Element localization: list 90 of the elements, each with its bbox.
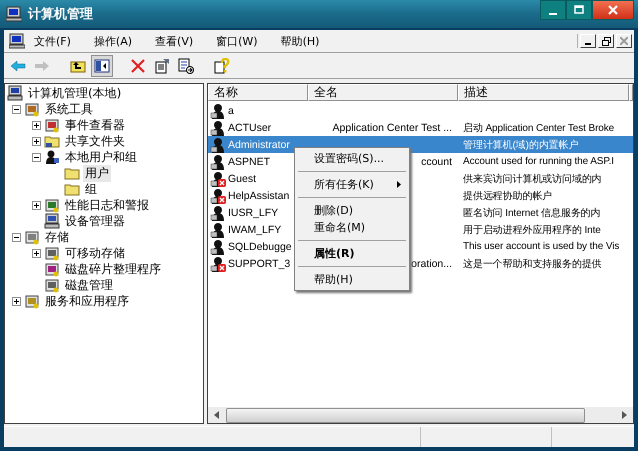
user-name: Guest bbox=[228, 172, 256, 184]
tree-item[interactable]: 磁盘管理 bbox=[63, 276, 115, 294]
tree-item[interactable]: 组 bbox=[83, 180, 99, 198]
tree-item[interactable]: 设备管理器 bbox=[63, 212, 127, 230]
minimize-icon bbox=[549, 13, 557, 15]
minimize-icon bbox=[585, 43, 591, 45]
full-name: ccount bbox=[421, 156, 452, 168]
collapse-icon[interactable] bbox=[12, 232, 21, 242]
user-name: SQLDebugge bbox=[228, 240, 292, 252]
minimize-button[interactable] bbox=[540, 0, 566, 20]
back-arrow-icon bbox=[10, 58, 26, 74]
scroll-thumb[interactable] bbox=[226, 408, 585, 422]
user-description: 启动 Application Center Test Broke bbox=[463, 122, 614, 134]
column-header[interactable]: 描述 bbox=[458, 84, 629, 101]
horizontal-scrollbar[interactable] bbox=[208, 407, 633, 423]
expand-icon[interactable] bbox=[32, 248, 41, 258]
user-description: 用于启动进程外应用程序的 Inte bbox=[463, 224, 601, 236]
menu-item[interactable]: 窗口(W) bbox=[216, 34, 270, 48]
user-name: ACTUser bbox=[228, 122, 272, 134]
properties-icon bbox=[154, 58, 170, 74]
expand-icon[interactable] bbox=[32, 120, 41, 130]
tree-item[interactable]: 本地用户和组 bbox=[63, 148, 139, 166]
user-description: This user account is used by the Vis bbox=[463, 241, 620, 252]
expand-icon[interactable] bbox=[32, 136, 41, 146]
computer-icon bbox=[9, 33, 25, 49]
user-name: ASPNET bbox=[228, 156, 270, 168]
tree-toggle-button[interactable] bbox=[91, 54, 113, 76]
user-description: 管理计算机(域)的内置帐户 bbox=[463, 138, 578, 152]
tools-icon bbox=[24, 101, 40, 117]
pane-icon bbox=[94, 58, 110, 74]
user-name: a bbox=[228, 104, 234, 116]
full-name: Application Center Test ... bbox=[332, 122, 452, 134]
context-menu-item[interactable]: 删除(D) bbox=[295, 202, 409, 219]
column-header[interactable]: 名称 bbox=[208, 84, 308, 101]
services-icon bbox=[24, 293, 40, 309]
tree-item[interactable]: 存储 bbox=[43, 228, 71, 246]
close-icon bbox=[620, 37, 628, 45]
expand-icon[interactable] bbox=[32, 200, 41, 210]
user-name: IUSR_LFY bbox=[228, 206, 278, 218]
menu-item[interactable]: 帮助(H) bbox=[280, 34, 332, 48]
user-name: HelpAssistan bbox=[228, 190, 290, 202]
user-description: Account used for running the ASP.I bbox=[463, 156, 614, 167]
tree-item[interactable]: 共享文件夹 bbox=[63, 132, 127, 150]
restore-icon bbox=[602, 36, 610, 46]
tree-item[interactable]: 磁盘碎片整理程序 bbox=[63, 260, 163, 278]
menu-item[interactable]: 操作(A) bbox=[94, 34, 144, 48]
context-menu-item[interactable]: 设置密码(S)... bbox=[295, 150, 409, 167]
user-description: 这是一个帮助和支持服务的提供 bbox=[463, 258, 602, 270]
full-name: oration... bbox=[411, 258, 452, 270]
tree-item[interactable]: 用户 bbox=[83, 164, 111, 182]
tree-item[interactable]: 性能日志和警报 bbox=[63, 196, 151, 214]
users-icon bbox=[44, 149, 60, 165]
tree-item[interactable]: 可移动存储 bbox=[63, 244, 127, 262]
user-description: 供来宾访问计算机或访问域的内 bbox=[463, 172, 602, 186]
delete-icon bbox=[130, 58, 146, 74]
export-icon bbox=[178, 58, 194, 74]
help-icon bbox=[214, 58, 230, 74]
menu-item[interactable]: 查看(V) bbox=[155, 34, 206, 48]
menu-item[interactable]: 文件(F) bbox=[34, 34, 83, 48]
computer-icon bbox=[6, 6, 22, 22]
tree-item[interactable]: 事件查看器 bbox=[63, 116, 127, 134]
chart-icon bbox=[44, 197, 60, 213]
close-icon bbox=[607, 5, 619, 15]
computer-icon bbox=[7, 85, 23, 101]
tree-item[interactable]: 服务和应用程序 bbox=[43, 292, 131, 310]
submenu-arrow-icon bbox=[397, 181, 401, 188]
context-menu-item[interactable]: 重命名(M) bbox=[295, 219, 409, 236]
context-menu-item[interactable]: 帮助(H) bbox=[295, 271, 409, 288]
context-menu-item[interactable]: 所有任务(K) bbox=[295, 176, 409, 193]
close-button[interactable] bbox=[592, 0, 634, 20]
scroll-left-icon[interactable] bbox=[213, 411, 221, 419]
column-header[interactable]: 全名 bbox=[308, 84, 458, 101]
collapse-icon[interactable] bbox=[32, 152, 41, 162]
maximize-icon bbox=[574, 5, 584, 15]
user-description: 匿名访问 Internet 信息服务的内 bbox=[463, 206, 600, 220]
window-title: 计算机管理 bbox=[28, 6, 93, 23]
tree-item[interactable]: 系统工具 bbox=[43, 100, 95, 118]
restore-button[interactable] bbox=[598, 34, 614, 48]
user-name: SUPPORT_3 bbox=[228, 258, 290, 270]
collapse-icon[interactable] bbox=[12, 104, 21, 114]
user-name: IWAM_LFY bbox=[228, 224, 282, 236]
tree-item[interactable]: 计算机管理(本地) bbox=[26, 84, 124, 102]
event-log-icon bbox=[44, 117, 60, 133]
computer-icon bbox=[44, 213, 60, 229]
expand-icon[interactable] bbox=[12, 296, 21, 306]
user-name: Administrator bbox=[228, 138, 290, 150]
user-description: 提供远程协助的帐户 bbox=[463, 190, 552, 202]
scroll-right-icon[interactable] bbox=[620, 411, 628, 419]
context-menu-item[interactable]: 属性(R) bbox=[295, 245, 409, 262]
maximize-button[interactable] bbox=[566, 0, 592, 20]
